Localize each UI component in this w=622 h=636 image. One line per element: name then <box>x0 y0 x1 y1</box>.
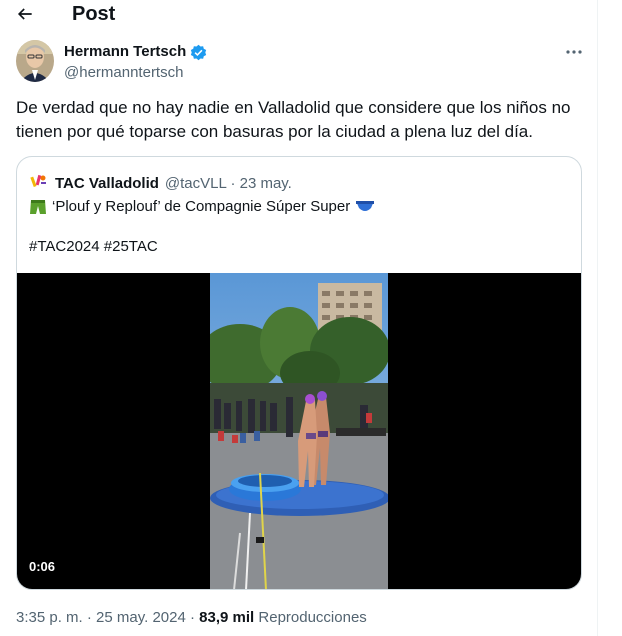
views-count: 83,9 mil <box>199 609 255 626</box>
quote-text-line: ‘Plouf y Replouf’ de Compagnie Súper Sup… <box>29 197 375 217</box>
avatar[interactable] <box>16 40 54 82</box>
author-name: Hermann Tertsch <box>64 43 187 60</box>
author-name-link[interactable]: Hermann Tertsch <box>64 42 207 62</box>
post-date[interactable]: 25 may. 2024 <box>96 609 186 626</box>
author-row: Hermann Tertsch @hermanntertsch <box>16 40 586 84</box>
back-button[interactable] <box>10 1 40 27</box>
video-duration: 0:06 <box>29 559 56 574</box>
verified-badge-icon <box>190 44 207 61</box>
quote-author-name: TAC Valladolid <box>55 175 159 192</box>
shorts-emoji-icon <box>30 200 46 214</box>
swim-briefs-emoji-icon <box>356 201 375 211</box>
post-header: Post <box>0 0 597 30</box>
meta-separator: · <box>86 609 92 626</box>
quote-avatar <box>29 171 49 197</box>
page-title: Post <box>72 3 116 25</box>
post-metadata: 3:35 p. m. · 25 may. 2024 · 83,9 mil Rep… <box>16 608 367 628</box>
post-text: De verdad que no hay nadie en Valladolid… <box>16 98 571 141</box>
quoted-post[interactable]: TAC Valladolid @tacVLL · 23 may. ‘Plouf … <box>16 156 582 590</box>
meta-separator: · <box>190 609 195 626</box>
arrow-left-icon <box>17 8 32 20</box>
video-player[interactable]: 0:06 <box>17 273 581 589</box>
quote-text: ‘Plouf y Replouf’ de Compagnie Súper Sup… <box>52 198 351 215</box>
more-icon <box>566 50 582 54</box>
column-divider <box>597 0 598 636</box>
quote-meta: @tacVLL · 23 may. <box>164 175 292 192</box>
quote-hashtags: #TAC2024 #25TAC <box>29 238 158 255</box>
quote-header: TAC Valladolid @tacVLL · 23 may. <box>29 171 292 197</box>
video-thumbnail <box>210 273 388 589</box>
more-options-button[interactable] <box>562 42 586 62</box>
post-time[interactable]: 3:35 p. m. <box>16 609 83 626</box>
views-label: Reproducciones <box>258 609 367 626</box>
author-handle[interactable]: @hermanntertsch <box>64 63 183 83</box>
